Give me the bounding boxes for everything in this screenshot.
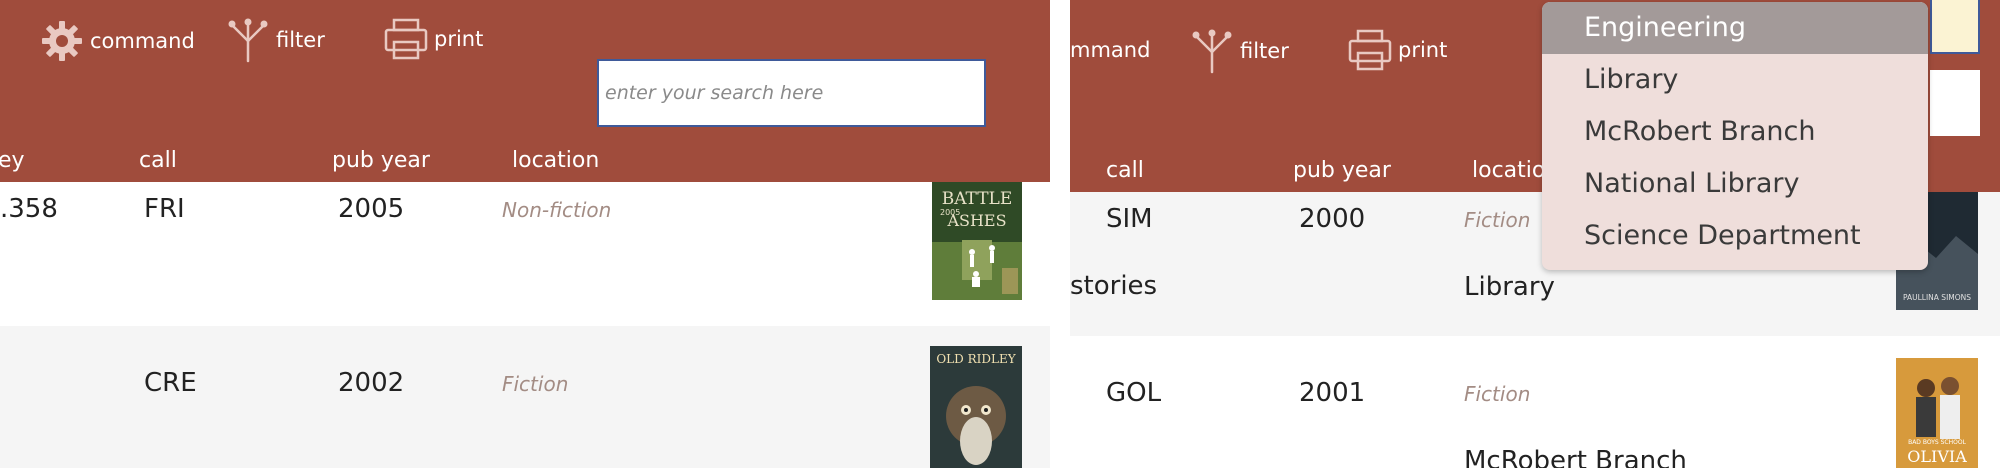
location-select[interactable] <box>1930 70 1980 136</box>
print-label: print <box>434 27 484 51</box>
filter-label: filter <box>276 28 325 52</box>
pub-year-cell: 2001 <box>1299 378 1366 408</box>
filter-button[interactable]: filter <box>1190 28 1289 74</box>
book-cover-image[interactable]: OLD RIDLEY <box>930 346 1022 468</box>
print-icon <box>1348 29 1392 71</box>
call-cell: SIM <box>1106 204 1153 234</box>
table-row[interactable]: CRE 2002 Fiction OLD RIDLEY <box>0 326 1050 468</box>
column-header-call[interactable]: call <box>1106 158 1144 183</box>
call-cell: GOL <box>1106 378 1162 408</box>
column-header-pub-year[interactable]: pub year <box>332 148 430 173</box>
search-input[interactable] <box>597 59 986 127</box>
genre-cell: Fiction <box>502 372 569 396</box>
filter-icon <box>226 17 270 63</box>
print-label: print <box>1398 38 1448 62</box>
print-icon <box>384 18 428 60</box>
dropdown-option-library[interactable]: Library <box>1542 54 1928 106</box>
call-cell: FRI <box>144 194 185 224</box>
location-dropdown[interactable]: Engineering Library McRobert Branch Nati… <box>1542 2 1928 270</box>
filter-icon <box>1190 28 1234 74</box>
location-cell: McRobert Branch <box>1464 446 1687 468</box>
pub-year-cell: 2005 <box>338 194 405 224</box>
table-row[interactable]: GOL 2001 Fiction McRobert Branch BAD BOY… <box>1070 336 2000 468</box>
filter-button[interactable]: filter <box>226 17 325 63</box>
pane-divider <box>1050 0 1070 468</box>
column-header-key[interactable]: ey <box>0 148 25 173</box>
column-header-call[interactable]: call <box>139 148 177 173</box>
call-cell: CRE <box>144 368 197 398</box>
dropdown-option-science-department[interactable]: Science Department <box>1542 210 1928 262</box>
genre-cell: Non-fiction <box>502 198 612 222</box>
right-pane: mmand filter print call pub year locatio… <box>1070 0 2000 468</box>
pub-year-cell: 2002 <box>338 368 405 398</box>
genre-cell: Fiction <box>1464 208 1531 232</box>
pub-year-cell: 2000 <box>1299 204 1366 234</box>
print-button[interactable]: print <box>1348 29 1447 71</box>
column-header-location[interactable]: location <box>512 148 599 173</box>
left-pane: command filter print enter your search h… <box>0 0 1050 468</box>
command-label: mmand <box>1070 38 1151 62</box>
table-row[interactable]: .358 FRI 2005 Non-fiction BATTLE ASHES 2… <box>0 182 1050 326</box>
dropdown-option-national-library[interactable]: National Library <box>1542 158 1928 210</box>
cover-author-text: PAULLINA SIMONS <box>1903 293 1971 302</box>
command-button[interactable]: command <box>40 19 195 63</box>
command-label: command <box>90 29 195 53</box>
command-button[interactable]: mmand <box>1070 38 1150 62</box>
genre-cell: Fiction <box>1464 382 1531 406</box>
cover-year-text: 2005 <box>940 208 960 217</box>
book-cover-image[interactable]: BATTLE ASHES 2005 <box>932 182 1022 300</box>
cover-title-text: OLD RIDLEY <box>936 352 1016 366</box>
gear-icon <box>40 19 84 63</box>
location-cell: Library <box>1464 272 1555 302</box>
book-cover-image[interactable]: BAD BOYS SCHOOL OLIVIA <box>1896 358 1978 468</box>
title-cell: stories <box>1070 271 1158 301</box>
dropdown-option-mcrobert-branch[interactable]: McRobert Branch <box>1542 106 1928 158</box>
cover-subtitle-text: BAD BOYS SCHOOL <box>1908 439 1966 446</box>
key-cell: .358 <box>0 194 58 224</box>
cover-title-text: OLIVIA <box>1907 447 1967 466</box>
cover-title-text: BATTLE <box>942 189 1013 209</box>
filter-label: filter <box>1240 39 1289 63</box>
column-header-pub-year[interactable]: pub year <box>1293 158 1391 183</box>
dropdown-option-engineering[interactable]: Engineering <box>1542 2 1928 54</box>
column-header-location[interactable]: locatio <box>1472 158 1545 183</box>
print-button[interactable]: print <box>384 18 483 60</box>
search-input[interactable] <box>1930 0 1980 54</box>
